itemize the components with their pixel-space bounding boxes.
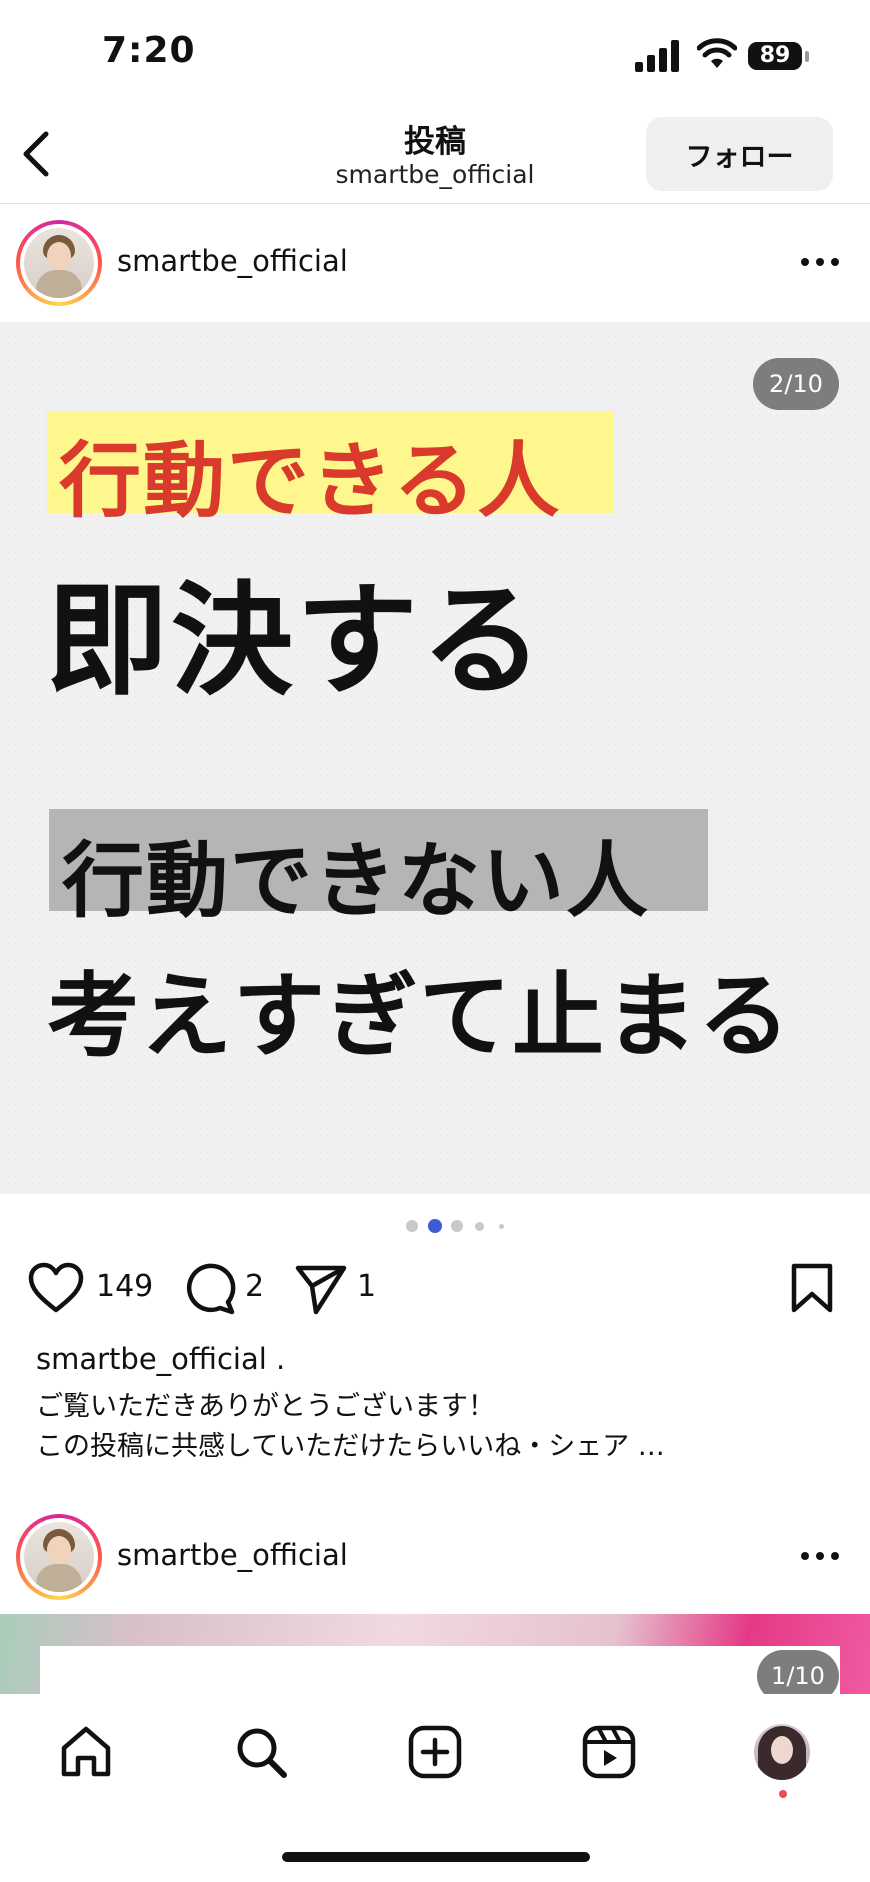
comment-count[interactable]: 2 [245, 1269, 264, 1304]
slide-heading-2: 行動できない人 [62, 834, 651, 929]
status-time: 7:20 [102, 30, 196, 71]
create-post-icon[interactable] [407, 1724, 463, 1780]
slide-text-2: 考えすぎて止まる [47, 963, 792, 1070]
battery-indicator: 89 [748, 42, 810, 72]
slide-text-1: 即決する [46, 570, 546, 712]
reels-icon[interactable] [581, 1724, 637, 1780]
battery-level: 89 [748, 42, 802, 70]
follow-button[interactable]: フォロー [646, 117, 833, 191]
header-divider [0, 203, 870, 204]
profile-avatar[interactable] [754, 1724, 810, 1780]
more-options-icon[interactable] [798, 254, 842, 270]
slide-counter: 2/10 [753, 358, 839, 410]
comment-icon[interactable] [182, 1262, 236, 1316]
carousel-dot-active [428, 1219, 442, 1233]
more-options-icon[interactable] [798, 1548, 842, 1564]
carousel-dot [475, 1222, 484, 1231]
caption-text-line[interactable]: この投稿に共感していただけたらいいね・シェア … [36, 1424, 665, 1463]
share-send-icon[interactable] [294, 1262, 348, 1316]
share-count[interactable]: 1 [357, 1269, 376, 1304]
home-indicator[interactable] [282, 1852, 590, 1862]
carousel-dot [406, 1220, 418, 1232]
slide-heading-1: 行動できる人 [59, 434, 562, 529]
post-avatar[interactable] [16, 1514, 102, 1600]
notification-dot [779, 1790, 787, 1798]
carousel-dot [499, 1224, 504, 1229]
search-icon[interactable] [233, 1724, 289, 1780]
cellular-signal-icon [635, 40, 679, 72]
post-avatar[interactable] [16, 220, 102, 306]
carousel-dot [451, 1220, 463, 1232]
home-icon[interactable] [58, 1724, 114, 1780]
caption-username[interactable]: smartbe_official . [36, 1342, 285, 1376]
like-count[interactable]: 149 [96, 1269, 153, 1304]
caption-text-line: ご覧いただきありがとうございます！ [36, 1391, 495, 1422]
wifi-icon [697, 38, 737, 68]
bookmark-icon[interactable] [790, 1262, 834, 1314]
post-username[interactable]: smartbe_official [117, 244, 348, 278]
like-heart-icon[interactable] [28, 1262, 84, 1314]
post-username[interactable]: smartbe_official [117, 1538, 348, 1572]
